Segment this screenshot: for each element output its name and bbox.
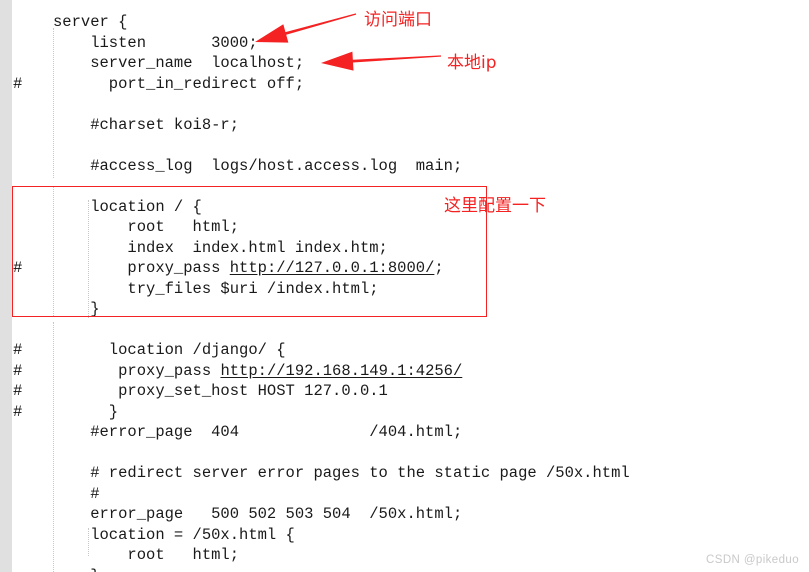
annotation-label-configure-here: 这里配置一下 [444, 196, 546, 216]
annotation-label-port: 访问端口 [364, 10, 432, 30]
annotation-label-local-ip: 本地ip [447, 53, 497, 73]
arrow-to-port-icon [255, 13, 442, 71]
arrow-to-localhost-icon [321, 51, 442, 71]
csdn-watermark: CSDN @pikeduo [706, 554, 799, 566]
screenshot-root: server { listen 3000; server_name localh… [0, 0, 809, 572]
arrow-to-port-icon [255, 13, 357, 43]
